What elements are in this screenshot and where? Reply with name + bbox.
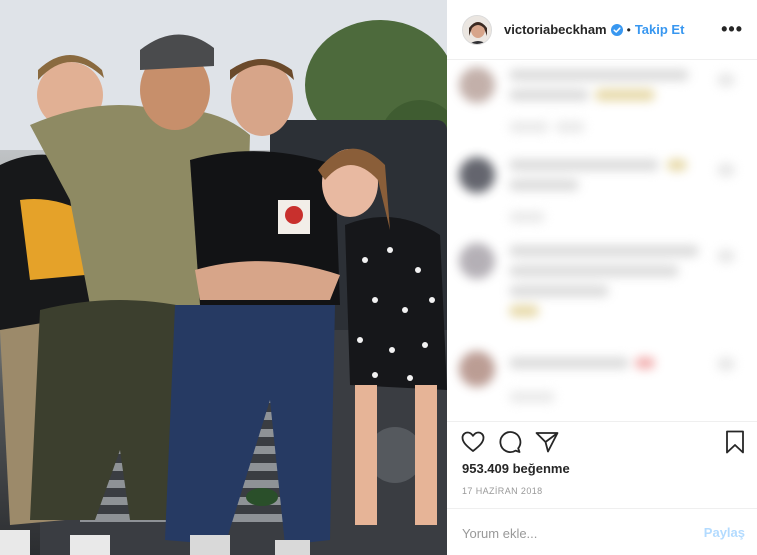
header-separator: • <box>626 22 631 37</box>
post-header: victoriabeckham • Takip Et ••• <box>447 0 757 60</box>
list-item <box>447 63 757 153</box>
bookmark-icon[interactable] <box>722 429 748 455</box>
avatar[interactable] <box>462 14 492 45</box>
add-comment-bar: Paylaş <box>447 508 757 555</box>
comment-bubble-icon[interactable] <box>497 429 523 455</box>
post-photo[interactable] <box>0 0 447 555</box>
follow-button[interactable]: Takip Et <box>635 22 685 37</box>
family-photo-illustration <box>0 0 447 555</box>
ellipsis-icon[interactable]: ••• <box>721 20 743 38</box>
post-actions <box>447 421 757 461</box>
avatar-image <box>463 15 491 44</box>
heart-icon[interactable] <box>460 429 486 455</box>
list-item <box>447 239 757 329</box>
list-item <box>447 347 757 421</box>
post-sidebar: victoriabeckham • Takip Et ••• 953.409 b… <box>447 0 757 555</box>
list-item <box>447 153 757 243</box>
verified-badge-icon <box>610 23 623 36</box>
comment-input[interactable] <box>462 523 692 543</box>
paper-plane-icon[interactable] <box>534 429 560 455</box>
post-date[interactable]: 17 HAZİRAN 2018 <box>462 486 543 496</box>
comments-list <box>447 61 757 421</box>
post-comment-button[interactable]: Paylaş <box>704 525 745 540</box>
username-link[interactable]: victoriabeckham <box>504 22 607 37</box>
likes-count[interactable]: 953.409 beğenme <box>462 461 570 476</box>
